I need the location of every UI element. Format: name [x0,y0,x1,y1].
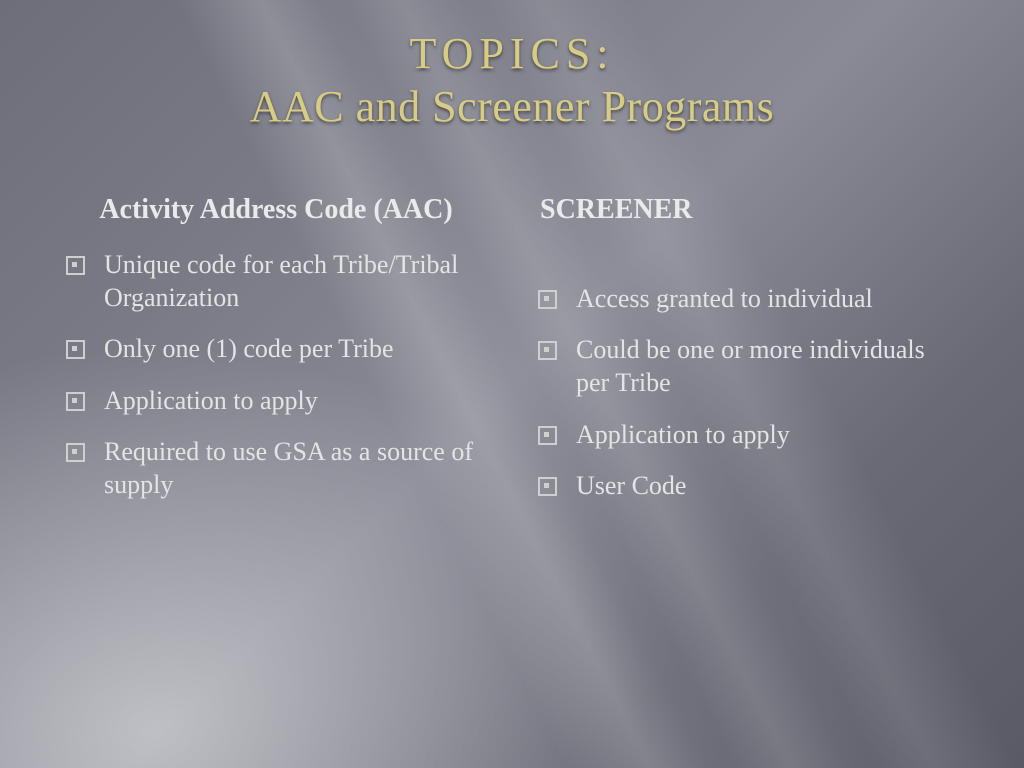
title-line-2: AAC and Screener Programs [60,81,964,134]
right-heading: SCREENER [532,194,964,226]
title-line-1: TOPICS: [60,28,964,81]
list-item: User Code [532,469,964,502]
right-bullet-list: Access granted to individual Could be on… [532,282,964,502]
list-item: Unique code for each Tribe/Tribal Organi… [60,248,492,315]
list-item: Only one (1) code per Tribe [60,332,492,365]
slide: TOPICS: AAC and Screener Programs Activi… [0,0,1024,768]
list-item: Could be one or more individuals per Tri… [532,333,964,400]
list-item: Application to apply [532,418,964,451]
right-column: SCREENER Access granted to individual Co… [532,194,964,521]
left-heading: Activity Address Code (AAC) [60,194,492,226]
list-item: Application to apply [60,384,492,417]
left-bullet-list: Unique code for each Tribe/Tribal Organi… [60,248,492,502]
list-item: Required to use GSA as a source of suppl… [60,435,492,502]
columns: Activity Address Code (AAC) Unique code … [60,194,964,521]
left-column: Activity Address Code (AAC) Unique code … [60,194,492,521]
slide-title: TOPICS: AAC and Screener Programs [60,28,964,134]
list-item: Access granted to individual [532,282,964,315]
